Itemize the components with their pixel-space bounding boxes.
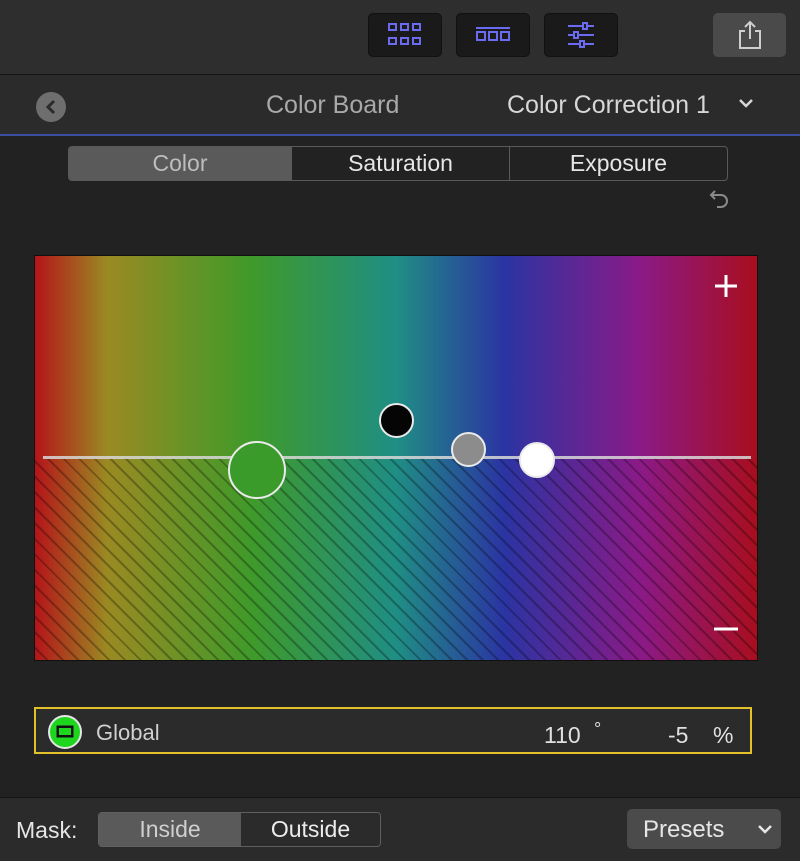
amount-unit: % [713,722,734,748]
global-puck[interactable] [228,441,286,499]
angle-value[interactable]: 110 [544,722,581,749]
global-puck-icon [48,715,82,749]
mask-outside-button[interactable]: Outside [241,813,380,846]
inspector-header: Color Board Color Correction 1 [0,75,800,136]
selected-puck-strip[interactable]: Global 110 ° -5 % [34,707,752,754]
inspector-button[interactable] [544,13,618,57]
correction-selector[interactable]: Color Correction 1 [507,91,710,120]
filmstrip-view-button[interactable] [456,13,530,57]
tab-exposure[interactable]: Exposure [509,147,727,180]
share-button[interactable] [713,13,786,57]
angle-unit: ° [594,719,602,739]
minus-icon [714,627,738,631]
mask-label: Mask: [16,817,78,843]
panel-title: Color Board [266,91,400,119]
shadows-puck[interactable] [379,403,414,438]
presets-button[interactable]: Presets [627,809,781,849]
chevron-down-icon[interactable] [738,97,754,109]
plus-icon [715,275,737,297]
mask-inside-button[interactable]: Inside [99,813,241,846]
presets-label: Presets [643,816,725,843]
top-toolbar [0,0,800,75]
sliders-icon [568,22,594,48]
board-tabs: Color Saturation Exposure [68,146,728,181]
tab-saturation[interactable]: Saturation [291,147,509,180]
midtones-puck[interactable] [451,432,486,467]
highlights-puck[interactable] [519,442,555,478]
grid-icon [388,23,421,45]
filmstrip-icon [476,27,510,41]
footer-bar: Mask: Inside Outside Presets [0,797,800,861]
share-icon [738,20,761,49]
chevron-down-icon [758,825,772,834]
chevron-left-icon [45,99,56,115]
color-board[interactable] [34,255,758,661]
back-button[interactable] [36,92,66,122]
reset-icon[interactable] [707,186,731,210]
mask-toggle: Inside Outside [98,812,381,847]
puck-name: Global [96,720,160,745]
tab-color[interactable]: Color [69,147,291,180]
grid-view-button[interactable] [368,13,442,57]
negative-region-hatch [35,458,757,660]
neutral-line [43,456,751,459]
amount-value[interactable]: -5 [668,722,688,749]
